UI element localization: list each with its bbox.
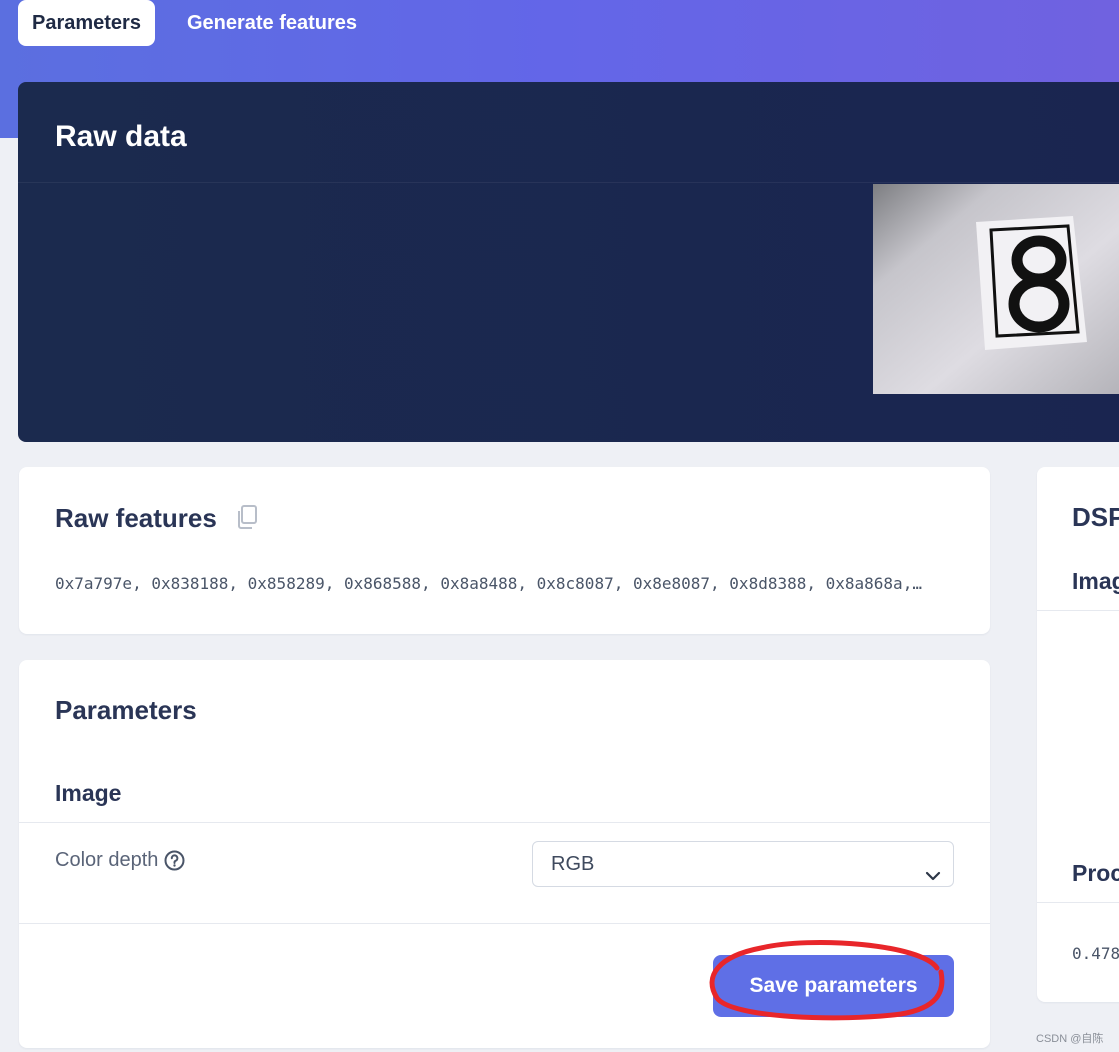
- dsp-processed-title: Proc: [1072, 860, 1119, 886]
- image-section-title: Image: [55, 780, 122, 806]
- tab-generate-features[interactable]: Generate features: [173, 0, 371, 46]
- dsp-processed-values: 0.478: [1072, 944, 1119, 963]
- dsp-title: DSP: [1072, 502, 1119, 532]
- dsp-divider-top: [1037, 610, 1119, 611]
- copy-icon[interactable]: [235, 504, 259, 530]
- color-depth-selected-value: RGB: [551, 853, 595, 875]
- tab-bar: Parameters Generate features: [18, 0, 371, 46]
- parameters-card: Parameters Image Color depth RGB Save pa…: [19, 660, 990, 1048]
- raw-features-card: Raw features 0x7a797e, 0x838188, 0x85828…: [19, 467, 990, 634]
- help-circle-icon[interactable]: [164, 850, 185, 871]
- sample-image-drawing: [873, 184, 1119, 394]
- color-depth-label: Color depth: [55, 849, 185, 872]
- raw-data-title: Raw data: [55, 120, 187, 153]
- raw-features-title: Raw features: [55, 503, 217, 533]
- save-parameters-button[interactable]: Save parameters: [713, 955, 954, 1017]
- parameters-title: Parameters: [55, 695, 197, 725]
- tab-parameters[interactable]: Parameters: [18, 0, 155, 46]
- section-divider: [19, 822, 990, 823]
- watermark: CSDN @自陈: [1036, 1033, 1104, 1045]
- raw-data-panel: Raw data: [18, 82, 1119, 442]
- raw-features-values: 0x7a797e, 0x838188, 0x858289, 0x868588, …: [55, 574, 922, 593]
- sample-image: [873, 184, 1119, 394]
- chevron-down-icon: [925, 856, 941, 881]
- dsp-image-subtitle: Imag: [1072, 568, 1119, 594]
- dsp-result-card: DSP Imag Proc 0.478: [1037, 467, 1119, 1002]
- color-depth-label-text: Color depth: [55, 849, 159, 871]
- color-depth-select[interactable]: RGB: [532, 841, 954, 887]
- footer-divider: [19, 923, 990, 924]
- raw-data-divider: [18, 182, 1119, 183]
- dsp-divider-bottom: [1037, 902, 1119, 903]
